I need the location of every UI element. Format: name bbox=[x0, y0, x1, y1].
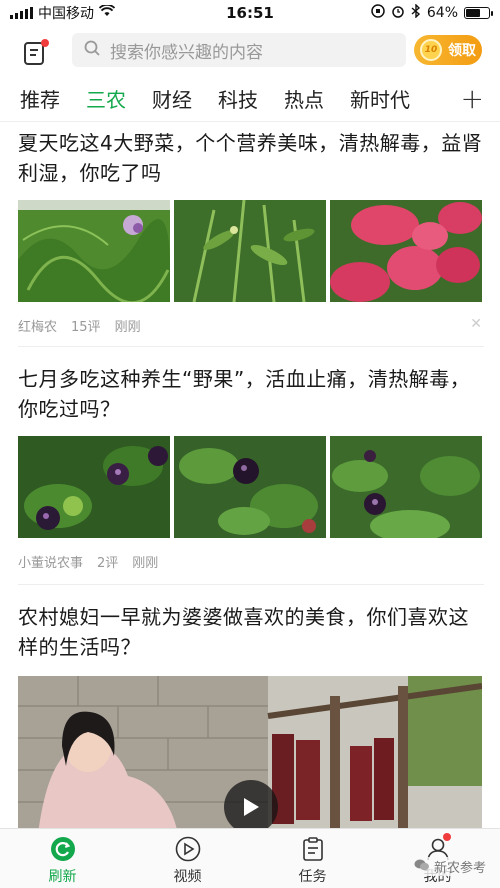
comment-count: 2评 bbox=[97, 555, 119, 571]
wechat-icon bbox=[414, 858, 430, 876]
article-title[interactable]: 夏天吃这4大野菜，个个营养美味，清热解毒，益肾利湿，你吃了吗 bbox=[18, 128, 484, 188]
search-placeholder: 搜索你感兴趣的内容 bbox=[110, 42, 263, 63]
nav-task[interactable]: 任务 bbox=[250, 829, 375, 888]
article-meta: 小董说农事 2评 刚刚 bbox=[18, 552, 484, 571]
publish-time: 刚刚 bbox=[132, 555, 159, 571]
article-source: 红梅农 bbox=[18, 319, 58, 335]
watermark-text: 新农参考 bbox=[433, 861, 486, 876]
tabs-divider bbox=[0, 121, 500, 122]
article-meta: 红梅农 15评 刚刚 ✕ bbox=[18, 316, 484, 335]
battery-icon bbox=[464, 7, 493, 19]
search-input[interactable]: 搜索你感兴趣的内容 bbox=[72, 33, 406, 67]
thumbnail-image[interactable] bbox=[174, 436, 326, 538]
feed-divider bbox=[18, 346, 484, 347]
feed-divider bbox=[18, 584, 484, 585]
carrier-name: 中国移动 bbox=[38, 6, 94, 22]
category-tabs: 推荐 三农 财经 科技 热点 新时代 + bbox=[0, 78, 500, 118]
comment-count: 15评 bbox=[71, 319, 101, 335]
tab-1[interactable]: 三农 bbox=[86, 84, 126, 113]
thumbnail-image[interactable] bbox=[330, 200, 482, 302]
nav-refresh[interactable]: 刷新 bbox=[0, 829, 125, 888]
thumbnail-image[interactable] bbox=[18, 200, 170, 302]
add-channel-button[interactable]: + bbox=[461, 82, 484, 115]
search-header: 搜索你感兴趣的内容 10 领取 bbox=[0, 30, 500, 72]
tab-2[interactable]: 财经 bbox=[152, 84, 192, 113]
publish-time: 刚刚 bbox=[114, 319, 141, 335]
play-icon bbox=[244, 798, 259, 816]
nav-video-label: 视频 bbox=[173, 869, 202, 885]
signal-icon bbox=[10, 7, 33, 19]
play-button[interactable] bbox=[224, 780, 278, 834]
nav-video[interactable]: 视频 bbox=[125, 829, 250, 888]
tab-5[interactable]: 新时代 bbox=[350, 84, 410, 113]
news-card-3[interactable]: 农村媳妇一早就为婆婆做喜欢的美食，你们喜欢这样的生活吗？ bbox=[18, 602, 484, 834]
notification-dot bbox=[443, 833, 451, 841]
thumbnail-image[interactable] bbox=[18, 436, 170, 538]
clock: 16:51 bbox=[226, 4, 274, 22]
tab-4[interactable]: 热点 bbox=[284, 84, 324, 113]
tab-3[interactable]: 科技 bbox=[218, 84, 258, 113]
thumbnail-image[interactable] bbox=[330, 436, 482, 538]
watermark: 新农参考 bbox=[413, 857, 486, 876]
thumbnail-image[interactable] bbox=[174, 200, 326, 302]
news-document-button[interactable] bbox=[22, 38, 49, 66]
bottom-navigation: 刷新 视频 任务 我的 新农参考 bbox=[0, 828, 500, 888]
article-title[interactable]: 七月多吃这种养生“野果”，活血止痛，清热解毒，你吃过吗？ bbox=[18, 364, 484, 424]
task-clipboard-icon bbox=[299, 835, 327, 863]
battery-percent: 64% bbox=[426, 5, 458, 21]
video-thumbnail[interactable] bbox=[18, 676, 482, 834]
alarm-icon bbox=[391, 4, 405, 22]
nav-refresh-label: 刷新 bbox=[48, 869, 77, 885]
video-play-icon bbox=[174, 835, 202, 863]
claim-label: 领取 bbox=[448, 43, 476, 59]
bluetooth-icon bbox=[411, 3, 421, 22]
claim-reward-button[interactable]: 10 领取 bbox=[414, 35, 482, 65]
article-source: 小董说农事 bbox=[18, 555, 84, 571]
orientation-lock-icon bbox=[371, 4, 385, 22]
article-title[interactable]: 农村媳妇一早就为婆婆做喜欢的美食，你们喜欢这样的生活吗？ bbox=[18, 602, 484, 662]
refresh-icon bbox=[49, 835, 77, 863]
nav-task-label: 任务 bbox=[298, 869, 327, 885]
coin-icon: 10 bbox=[420, 39, 442, 61]
news-card-1[interactable]: 夏天吃这4大野菜，个个营养美味，清热解毒，益肾利湿，你吃了吗 红梅农 15评 刚… bbox=[18, 128, 484, 335]
tab-0[interactable]: 推荐 bbox=[20, 84, 60, 113]
notification-dot bbox=[41, 39, 49, 47]
wifi-icon bbox=[98, 4, 116, 21]
dismiss-icon[interactable]: ✕ bbox=[470, 316, 482, 332]
news-card-2[interactable]: 七月多吃这种养生“野果”，活血止痛，清热解毒，你吃过吗？ 小董说农事 2评 刚刚 bbox=[18, 364, 484, 571]
status-bar: 中国移动 16:51 64% bbox=[0, 0, 500, 26]
search-icon bbox=[84, 40, 100, 61]
